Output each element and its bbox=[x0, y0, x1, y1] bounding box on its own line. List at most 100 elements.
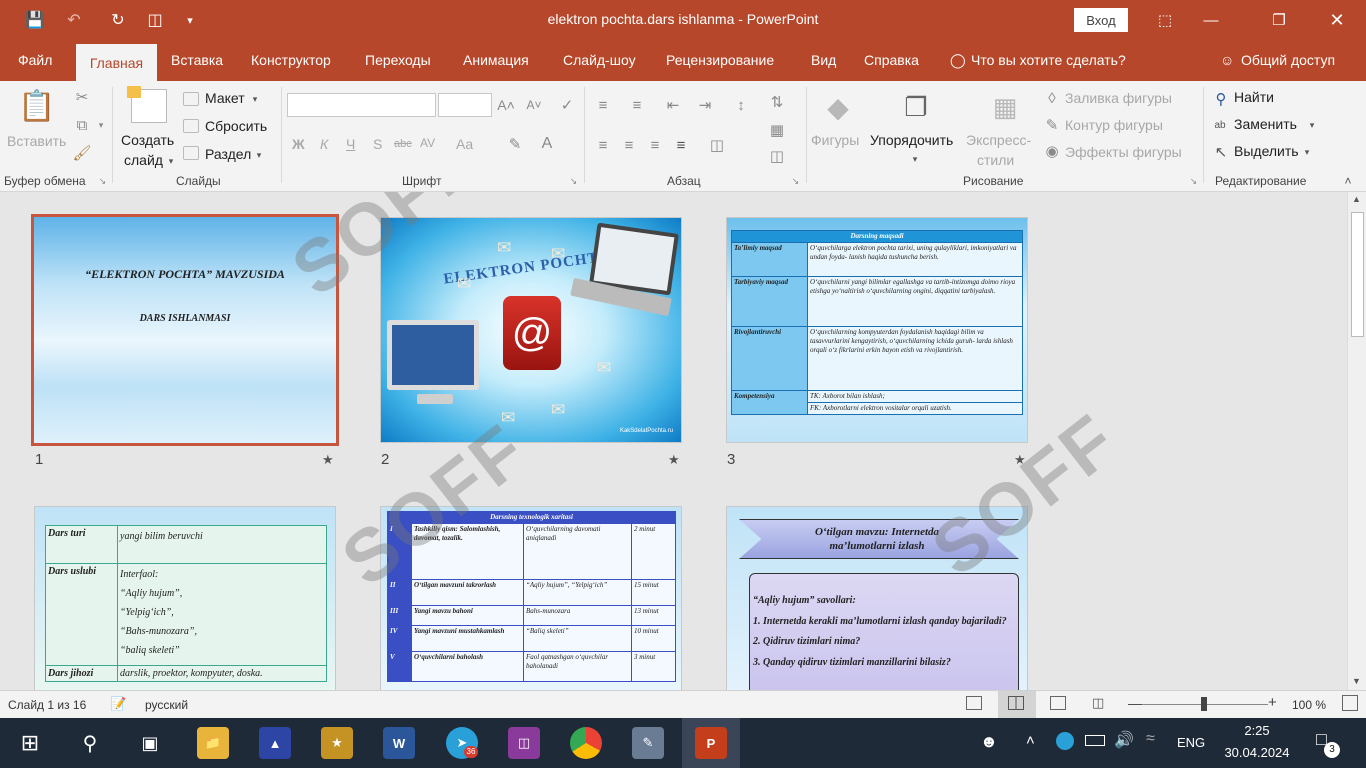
replace-dropdown-icon[interactable]: ▾ bbox=[1307, 119, 1317, 131]
tab-slideshow[interactable]: Слайд-шоу bbox=[563, 52, 636, 68]
char-spacing-button[interactable]: AV bbox=[420, 136, 435, 150]
tab-home[interactable]: Главная bbox=[76, 44, 157, 81]
animation-star-icon[interactable]: ★ bbox=[322, 452, 334, 468]
shapes-icon[interactable]: ◆ bbox=[818, 89, 858, 125]
line-spacing-icon[interactable]: ↕ bbox=[730, 95, 752, 115]
increase-font-icon[interactable]: A˄ bbox=[496, 95, 516, 115]
font-name-input[interactable] bbox=[287, 93, 436, 117]
slide-thumbnail-4[interactable]: Dars turi yangi bilim beruvchi Dars uslub… bbox=[34, 506, 336, 690]
zoom-out-button[interactable]: — bbox=[1128, 695, 1142, 711]
font-size-input[interactable] bbox=[438, 93, 492, 117]
highlight-icon[interactable]: ✎ bbox=[504, 133, 526, 155]
tell-me-search[interactable]: Что вы хотите сделать? bbox=[971, 52, 1126, 68]
replace-button[interactable]: Заменить bbox=[1234, 116, 1297, 132]
share-button[interactable]: Общий доступ bbox=[1241, 52, 1335, 68]
slide-thumbnail-2[interactable]: ELEKTRON POCHTA @ ✉ ✉ ✉ ✉ ✉ ✉ KakSdelatP… bbox=[380, 217, 682, 443]
shape-effects-button[interactable]: Эффекты фигуры bbox=[1065, 144, 1182, 160]
tab-file[interactable]: Файл bbox=[18, 52, 52, 68]
quick-styles-icon[interactable]: ▦ bbox=[986, 89, 1024, 125]
layout-button[interactable]: Макет bbox=[205, 90, 245, 106]
shadow-button[interactable]: S bbox=[373, 136, 382, 152]
quick-styles-button-line2[interactable]: стили bbox=[977, 152, 1014, 168]
close-button[interactable]: ✕ bbox=[1314, 0, 1360, 40]
format-painter-icon[interactable]: 🖌 bbox=[72, 145, 91, 162]
text-direction-icon[interactable]: ⇅ bbox=[766, 91, 788, 113]
slide-thumbnail-1[interactable]: “ELEKTRON POCHTA” MAVZUSIDA DARS ISHLANM… bbox=[31, 214, 339, 446]
paint-icon[interactable]: ✎ bbox=[632, 727, 664, 759]
section-icon[interactable] bbox=[183, 146, 199, 160]
tab-help[interactable]: Справка bbox=[864, 52, 919, 68]
telegram-tray-icon[interactable] bbox=[1056, 732, 1074, 750]
animation-star-icon[interactable]: ★ bbox=[1014, 452, 1026, 468]
fit-to-window-icon[interactable] bbox=[1342, 695, 1358, 711]
bold-button[interactable]: Ж bbox=[292, 136, 305, 152]
tab-view[interactable]: Вид bbox=[811, 52, 836, 68]
powerpoint-icon[interactable]: P bbox=[695, 727, 727, 759]
zoom-slider-thumb[interactable] bbox=[1201, 697, 1207, 711]
reset-button[interactable]: Сбросить bbox=[205, 118, 267, 134]
task-view-icon[interactable]: ▣ bbox=[134, 727, 166, 759]
shape-outline-icon[interactable]: ✎ bbox=[1044, 117, 1060, 134]
arrange-button[interactable]: Упорядочить bbox=[870, 132, 953, 148]
sign-in-button[interactable]: Вход bbox=[1074, 8, 1128, 32]
slideshow-view-icon[interactable]: ◫ bbox=[1092, 695, 1104, 711]
align-text-icon[interactable]: ▦ bbox=[766, 119, 788, 141]
arrange-dropdown-icon[interactable]: ▾ bbox=[910, 153, 920, 165]
collapse-ribbon-icon[interactable]: ˄ bbox=[1341, 174, 1355, 188]
find-button[interactable]: Найти bbox=[1234, 89, 1274, 105]
align-center-icon[interactable]: ≡ bbox=[618, 135, 640, 155]
spellcheck-icon[interactable]: 📝 bbox=[110, 696, 126, 712]
chrome-icon[interactable] bbox=[570, 727, 602, 759]
shape-outline-button[interactable]: Контур фигуры bbox=[1065, 117, 1163, 133]
vertical-scrollbar[interactable]: ▲ ▼ bbox=[1347, 192, 1366, 690]
arrange-icon[interactable]: ❐ bbox=[898, 89, 934, 125]
clock-time[interactable]: 2:25 bbox=[1222, 723, 1292, 738]
decrease-font-icon[interactable]: A˅ bbox=[524, 95, 544, 115]
clear-formatting-icon[interactable]: ✓ bbox=[557, 95, 577, 115]
battery-icon[interactable] bbox=[1085, 735, 1105, 746]
word-icon[interactable]: W bbox=[383, 727, 415, 759]
new-slide-button[interactable]: Создать bbox=[121, 132, 174, 148]
slide-thumbnail-5[interactable]: Darsning texnologik xaritasi I Tashkiliy … bbox=[380, 506, 682, 690]
app-icon[interactable]: ▲ bbox=[259, 727, 291, 759]
slide-thumbnail-6[interactable]: O‘tilgan mavzu: Internetda ma’lumotlarni… bbox=[726, 506, 1028, 690]
network-icon[interactable]: ≈ bbox=[1146, 730, 1155, 748]
tab-review[interactable]: Рецензирование bbox=[666, 52, 774, 68]
show-hidden-icons[interactable]: ˄ bbox=[1026, 732, 1035, 749]
align-right-icon[interactable]: ≡ bbox=[644, 135, 666, 155]
shape-fill-button[interactable]: Заливка фигуры bbox=[1065, 90, 1172, 106]
tab-animations[interactable]: Анимация bbox=[463, 52, 529, 68]
reset-icon[interactable] bbox=[183, 119, 199, 133]
language-indicator[interactable]: русский bbox=[145, 698, 188, 712]
clock-date[interactable]: 30.04.2024 bbox=[1218, 745, 1296, 760]
justify-icon[interactable]: ≡ bbox=[670, 135, 692, 155]
new-slide-button-line2[interactable]: слайд bbox=[124, 152, 163, 168]
section-button[interactable]: Раздел bbox=[205, 146, 251, 162]
ribbon-display-options-icon[interactable]: ⬚ bbox=[1142, 0, 1188, 40]
winrar-icon[interactable]: ◫ bbox=[508, 727, 540, 759]
shape-effects-icon[interactable]: ◉ bbox=[1044, 143, 1060, 160]
tab-design[interactable]: Конструктор bbox=[251, 52, 331, 68]
font-color-icon[interactable]: A bbox=[536, 133, 558, 155]
scroll-up-icon[interactable]: ▲ bbox=[1352, 194, 1361, 204]
zoom-in-button[interactable]: + bbox=[1268, 694, 1277, 711]
zoom-level[interactable]: 100 % bbox=[1292, 698, 1326, 712]
volume-icon[interactable]: 🔊 bbox=[1114, 730, 1134, 750]
scroll-down-icon[interactable]: ▼ bbox=[1352, 676, 1361, 686]
people-icon[interactable]: ☻ bbox=[980, 732, 998, 752]
copy-icon[interactable]: ⧉ bbox=[74, 117, 90, 134]
section-dropdown-icon[interactable]: ▾ bbox=[254, 149, 264, 161]
slide-sorter-view-icon[interactable] bbox=[1008, 696, 1024, 710]
columns-icon[interactable]: ◫ bbox=[706, 135, 728, 155]
reading-view-icon[interactable] bbox=[1050, 696, 1066, 710]
minimize-button[interactable]: — bbox=[1188, 0, 1234, 40]
strikethrough-button[interactable]: abc bbox=[394, 138, 412, 150]
new-slide-dropdown-icon[interactable]: ▾ bbox=[166, 155, 176, 167]
align-left-icon[interactable]: ≡ bbox=[592, 135, 614, 155]
scrollbar-thumb[interactable] bbox=[1351, 212, 1364, 337]
copy-dropdown-icon[interactable]: ▾ bbox=[96, 119, 106, 131]
slide-thumbnail-3[interactable]: Darsning maqsadi Ta’limiy maqsad O‘quvchi… bbox=[726, 217, 1028, 443]
animation-star-icon[interactable]: ★ bbox=[668, 452, 680, 468]
paste-icon[interactable]: 📋 bbox=[18, 87, 56, 125]
layout-icon[interactable] bbox=[183, 92, 199, 106]
